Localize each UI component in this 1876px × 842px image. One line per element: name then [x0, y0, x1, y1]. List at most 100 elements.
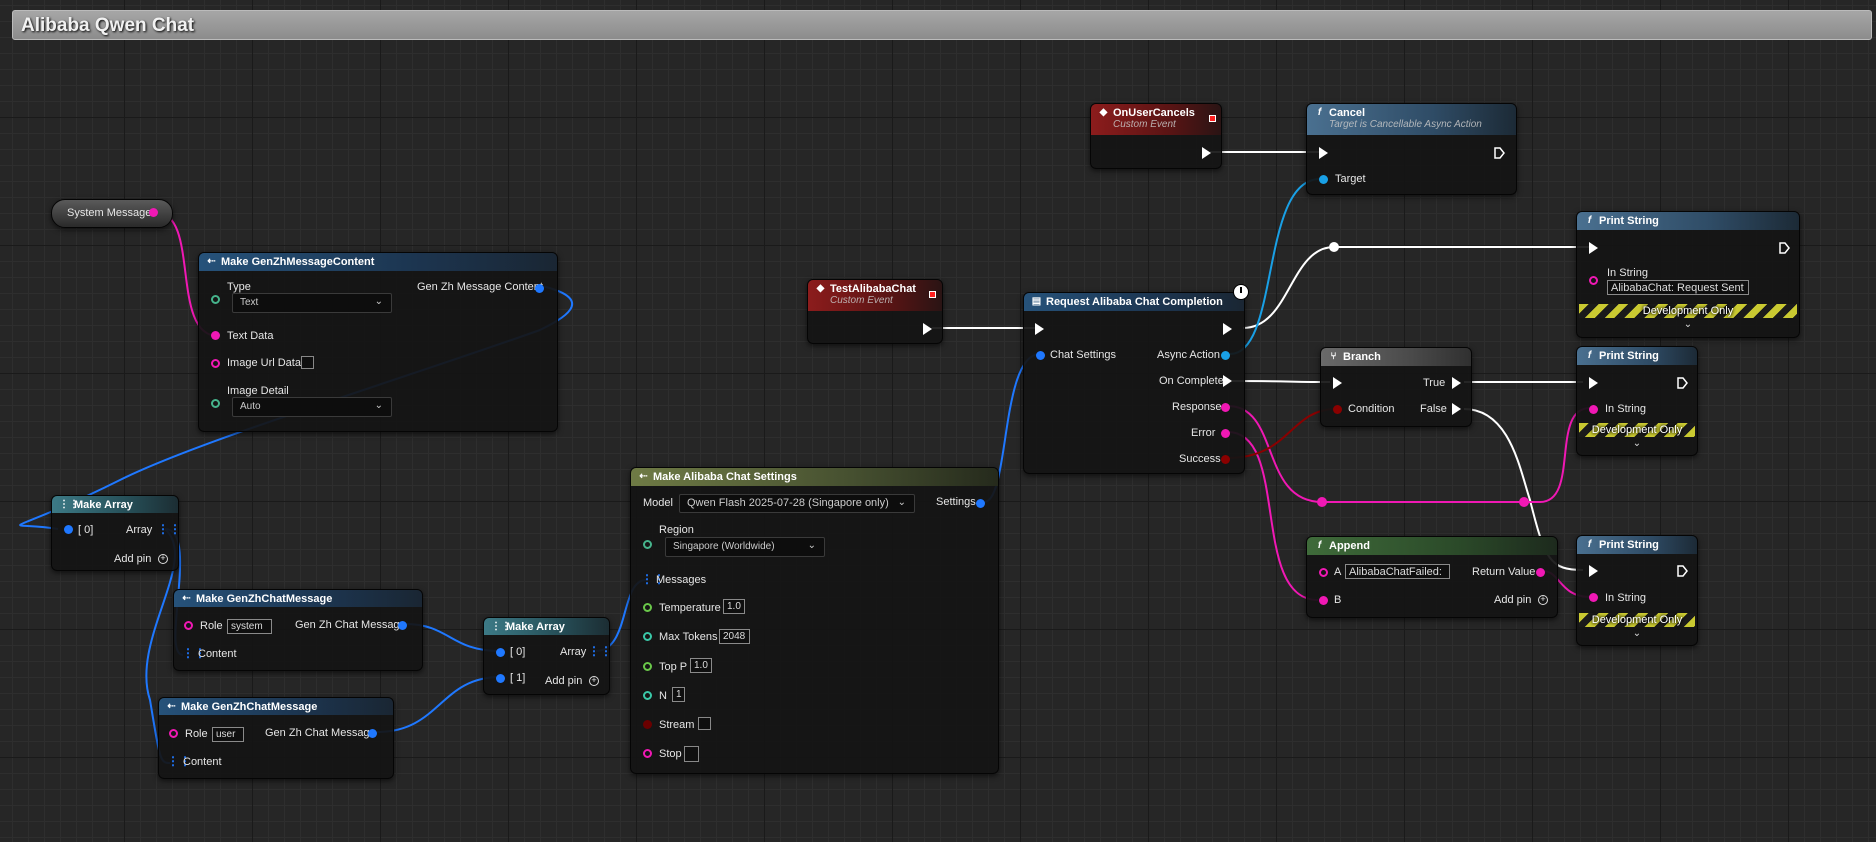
exec-in-pin[interactable]	[1333, 377, 1342, 389]
target-label: Target	[1335, 173, 1366, 185]
max-tokens-pin[interactable]	[643, 632, 652, 641]
chat-settings-pin[interactable]	[1036, 351, 1045, 360]
target-pin[interactable]	[1319, 175, 1328, 184]
chat-message-output-pin[interactable]	[398, 621, 407, 630]
array-in-1-pin[interactable]	[496, 674, 505, 683]
stop-pin[interactable]	[643, 749, 652, 758]
text-data-pin[interactable]	[211, 331, 220, 340]
in-string-pin[interactable]	[1589, 405, 1598, 414]
expand-chevron-icon[interactable]: ⌄	[1577, 628, 1697, 639]
stop-input[interactable]	[684, 746, 699, 762]
exec-in-pin[interactable]	[1035, 323, 1044, 335]
add-pin-icon[interactable]: +	[589, 676, 599, 686]
false-exec-pin[interactable]	[1452, 403, 1461, 415]
test-alibaba-chat-event-node[interactable]: ◆ TestAlibabaChat Custom Event	[807, 279, 943, 344]
add-pin-icon[interactable]: +	[1538, 595, 1548, 605]
model-dropdown[interactable]: Qwen Flash 2025-07-28 (Singapore only) ⌄	[679, 494, 915, 513]
exec-in-pin[interactable]	[1319, 147, 1328, 159]
role-pin[interactable]	[169, 729, 178, 738]
event-icon: ◆	[1099, 107, 1108, 118]
role-input[interactable]: system	[227, 619, 272, 634]
image-detail-pin[interactable]	[211, 399, 220, 408]
exec-out-pin[interactable]	[1677, 565, 1688, 577]
exec-in-pin[interactable]	[1589, 377, 1598, 389]
make-array-node-2[interactable]: ⋮⋮ Make Array [ 0] Array ⋮⋮ [ 1] Add pin …	[483, 617, 612, 695]
exec-out-pin[interactable]	[1223, 323, 1232, 335]
exec-out-pin[interactable]	[1779, 242, 1790, 254]
type-pin[interactable]	[211, 295, 220, 304]
error-pin[interactable]	[1221, 429, 1230, 438]
make-genzh-chat-message-node-2[interactable]: ⇠ Make GenZhChatMessage Role user Gen Zh …	[158, 697, 394, 779]
top-p-pin[interactable]	[643, 662, 652, 671]
on-user-cancels-event-node[interactable]: ◆ OnUserCancels Custom Event	[1090, 103, 1222, 169]
add-pin-icon[interactable]: +	[158, 554, 168, 564]
print-string-node-1[interactable]: f Print String In String AlibabaChat: Req…	[1576, 211, 1800, 338]
delegate-pin[interactable]	[1209, 115, 1216, 122]
system-message-out-pin[interactable]	[149, 208, 158, 217]
image-detail-dropdown[interactable]: Auto ⌄	[232, 397, 392, 417]
temperature-pin[interactable]	[643, 603, 652, 612]
role-pin[interactable]	[184, 621, 193, 630]
n-input[interactable]: 1	[672, 687, 685, 702]
expand-chevron-icon[interactable]: ⌄	[1577, 319, 1799, 330]
n-pin[interactable]	[643, 691, 652, 700]
array-out-label: Array	[126, 524, 153, 536]
success-pin[interactable]	[1221, 455, 1230, 464]
print-string-node-2[interactable]: f Print String In String Development Only…	[1576, 346, 1698, 456]
array-grid-icon[interactable]: ⋮⋮	[588, 645, 612, 657]
true-exec-pin[interactable]	[1452, 377, 1461, 389]
response-pin[interactable]	[1221, 403, 1230, 412]
chat-message-output-pin[interactable]	[368, 729, 377, 738]
make-genzh-message-content-node[interactable]: ⇠ Make GenZhMessageContent Type Text ⌄ Gen…	[198, 252, 558, 432]
max-tokens-input[interactable]: 2048	[719, 629, 750, 644]
settings-output-pin[interactable]	[976, 499, 985, 508]
a-input[interactable]: AlibabaChatFailed:	[1345, 564, 1450, 579]
region-dropdown[interactable]: Singapore (Worldwide) ⌄	[665, 537, 825, 557]
in-string-input[interactable]: AlibabaChat: Request Sent	[1607, 280, 1749, 295]
array-grid-icon[interactable]: ⋮⋮	[157, 523, 181, 535]
system-message-node[interactable]: System Message	[51, 199, 173, 228]
temperature-input[interactable]: 1.0	[723, 599, 745, 614]
delegate-pin[interactable]	[929, 291, 936, 298]
print-string-node-3[interactable]: f Print String In String Development Only…	[1576, 535, 1698, 646]
image-url-input[interactable]	[301, 356, 314, 369]
make-alibaba-chat-settings-node[interactable]: ⇠ Make Alibaba Chat Settings Model Qwen F…	[630, 467, 999, 774]
role-input[interactable]: user	[212, 727, 244, 742]
on-complete-exec-pin[interactable]	[1223, 375, 1232, 387]
image-url-pin[interactable]	[211, 359, 220, 368]
type-dropdown[interactable]: Text ⌄	[232, 293, 392, 313]
event-icon: ◆	[816, 283, 825, 294]
b-label: B	[1334, 594, 1342, 606]
async-action-pin[interactable]	[1221, 351, 1230, 360]
condition-pin[interactable]	[1333, 405, 1342, 414]
stream-checkbox[interactable]	[698, 717, 711, 730]
array-in-0-pin[interactable]	[496, 648, 505, 657]
b-pin[interactable]	[1319, 596, 1328, 605]
exec-out-pin[interactable]	[1494, 147, 1505, 159]
in-string-pin[interactable]	[1589, 276, 1598, 285]
exec-in-pin[interactable]	[1589, 565, 1598, 577]
make-genzh-chat-message-node-1[interactable]: ⇠ Make GenZhChatMessage Role system Gen Z…	[173, 589, 423, 671]
model-label: Model	[643, 497, 673, 509]
return-value-pin[interactable]	[1536, 568, 1545, 577]
stream-pin[interactable]	[643, 720, 652, 729]
cancel-node[interactable]: f Cancel Target is Cancellable Async Actio…	[1306, 103, 1517, 195]
exec-out-pin[interactable]	[1202, 147, 1211, 159]
exec-out-pin[interactable]	[923, 323, 932, 335]
exec-out-pin[interactable]	[1677, 377, 1688, 389]
make-struct-icon: ⇠	[182, 593, 191, 604]
text-data-label: Text Data	[227, 330, 274, 342]
make-array-node-1[interactable]: ⋮⋮ Make Array [ 0] Array ⋮⋮ Add pin +	[51, 495, 181, 571]
branch-node[interactable]: ⑂ Branch True Condition False	[1320, 347, 1472, 427]
expand-chevron-icon[interactable]: ⌄	[1577, 438, 1697, 449]
array-in-0-pin[interactable]	[64, 525, 73, 534]
a-pin[interactable]	[1319, 568, 1328, 577]
a-label: A	[1334, 566, 1342, 578]
exec-in-pin[interactable]	[1589, 242, 1598, 254]
content-output-pin[interactable]	[535, 284, 544, 293]
in-string-pin[interactable]	[1589, 593, 1598, 602]
request-alibaba-chat-completion-node[interactable]: ▤ Request Alibaba Chat Completion Chat Se…	[1023, 284, 1249, 474]
append-node[interactable]: f Append A AlibabaChatFailed: Return Valu…	[1306, 536, 1558, 618]
region-pin[interactable]	[643, 540, 652, 549]
top-p-input[interactable]: 1.0	[690, 658, 712, 673]
